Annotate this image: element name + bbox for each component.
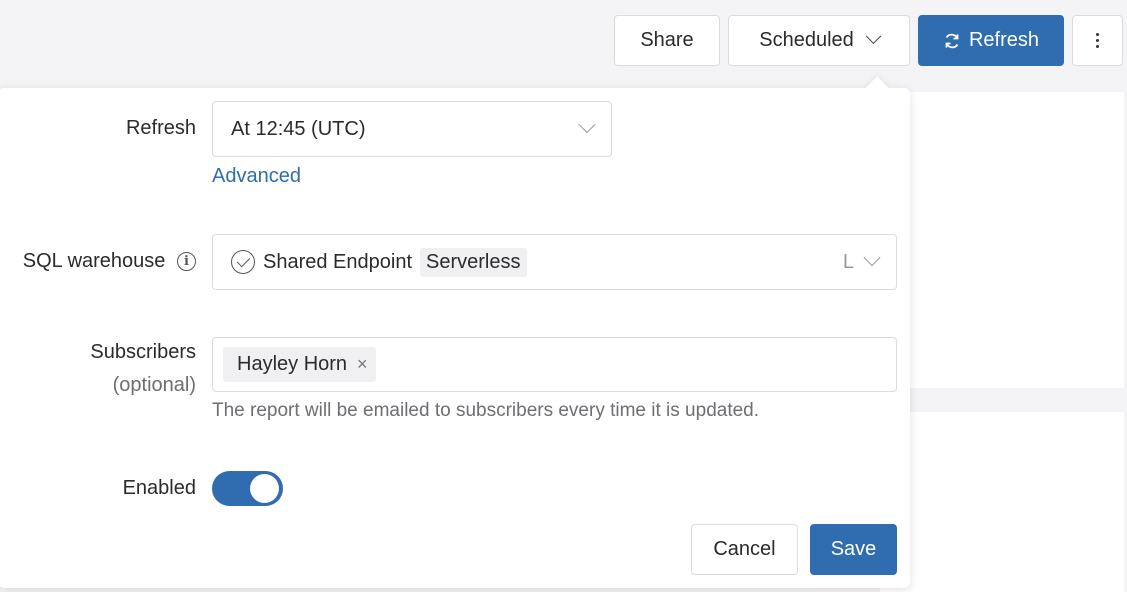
close-icon[interactable]: ×	[357, 354, 368, 375]
advanced-link[interactable]: Advanced	[212, 165, 301, 188]
refresh-schedule-value: At 12:45 (UTC)	[231, 117, 366, 140]
sql-warehouse-label: SQL warehouse i	[23, 250, 196, 273]
enabled-toggle[interactable]	[212, 471, 283, 506]
more-options-button[interactable]	[1072, 15, 1123, 66]
warehouse-size: L	[842, 250, 854, 273]
chevron-down-icon	[863, 249, 881, 267]
refresh-schedule-select[interactable]: At 12:45 (UTC)	[212, 101, 612, 157]
subscribers-hint: The report will be emailed to subscriber…	[212, 400, 760, 421]
background-card	[880, 92, 1124, 388]
scheduled-dropdown-button[interactable]: Scheduled	[728, 15, 910, 66]
background-card	[880, 412, 1124, 592]
subscriber-chip: Hayley Horn ×	[223, 347, 376, 382]
subscribers-label: Subscribers	[90, 341, 196, 363]
share-button-label: Share	[640, 29, 694, 51]
serverless-tag: Serverless	[420, 247, 527, 277]
share-button[interactable]: Share	[614, 15, 720, 66]
sql-warehouse-label-text: SQL warehouse	[22, 250, 166, 272]
warehouse-name: Shared Endpoint	[263, 250, 413, 273]
toggle-knob	[250, 474, 279, 503]
save-button[interactable]: Save	[810, 524, 897, 575]
subscribers-input[interactable]: Hayley Horn ×	[212, 337, 897, 392]
subscribers-optional-label: (optional)	[112, 374, 196, 396]
subscriber-chip-label: Hayley Horn	[237, 353, 348, 375]
refresh-button[interactable]: Refresh	[918, 15, 1064, 66]
cancel-button[interactable]: Cancel	[691, 524, 798, 575]
app-stage: Share Scheduled Refresh Refresh At 12:45…	[0, 0, 1127, 592]
refresh-button-label: Refresh	[968, 29, 1040, 51]
check-circle-icon	[231, 250, 255, 274]
chevron-down-icon	[578, 116, 596, 134]
enabled-label: Enabled	[122, 477, 196, 499]
sql-warehouse-select[interactable]: Shared Endpoint Serverless L	[212, 234, 897, 290]
scheduled-button-label: Scheduled	[759, 29, 854, 51]
chevron-down-icon	[865, 28, 882, 45]
refresh-icon	[945, 33, 959, 48]
refresh-label: Refresh	[125, 117, 196, 139]
info-icon[interactable]: i	[177, 252, 196, 272]
kebab-menu-icon	[1096, 33, 1099, 48]
